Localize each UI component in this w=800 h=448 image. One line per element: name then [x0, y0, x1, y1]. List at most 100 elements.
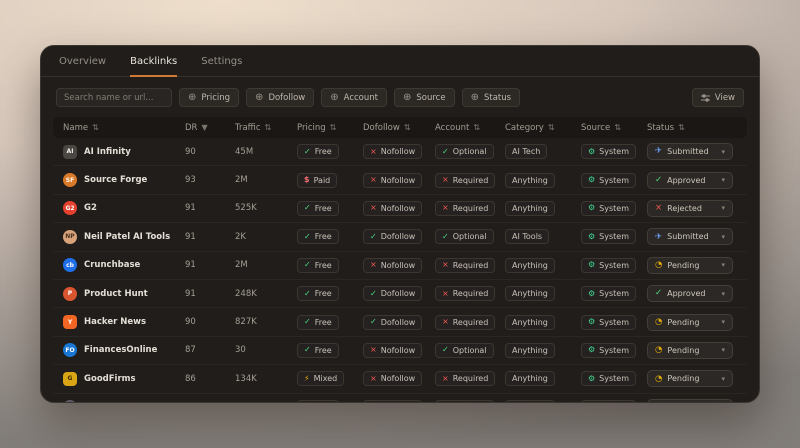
traffic-value: 2M: [235, 260, 248, 271]
status-icon: ×: [655, 203, 663, 214]
dofollow-badge: × Nofollow: [363, 342, 423, 358]
gear-icon: ⚙: [588, 203, 596, 213]
chevron-down-icon: ▾: [721, 346, 725, 355]
status-icon: ✓: [655, 288, 663, 299]
pricing-icon: ✓: [304, 317, 311, 327]
tab-bar: Overview Backlinks Settings: [41, 46, 759, 77]
column-header-status[interactable]: Status ⇅: [637, 123, 747, 133]
filter-chip-account[interactable]: ⊕ Account: [321, 88, 387, 107]
account-badge: ✓ Optional: [435, 399, 494, 402]
account-badge: × Required: [435, 200, 495, 216]
status-dropdown[interactable]: ✈ Submitted ▾: [647, 143, 733, 161]
status-dropdown[interactable]: × Rejected ▾: [647, 199, 733, 217]
dr-value: 90: [185, 317, 196, 328]
chevron-down-icon: ▾: [721, 289, 725, 298]
table-header: Name ⇅ DR ▼ Traffic ⇅ Pricing ⇅ Dofollow ⇅ Ac…: [53, 117, 747, 138]
table-row[interactable]: AI AI Infinity 90 45M ✓ Free × Nofollow …: [53, 138, 747, 167]
column-header-name[interactable]: Name ⇅: [53, 123, 175, 133]
status-dropdown[interactable]: ◔ Pending ▾: [647, 313, 733, 331]
plus-circle-icon: ⊕: [470, 91, 479, 103]
table-row[interactable]: cb Crunchbase 91 2M ✓ Free × Nofollow × …: [53, 252, 747, 280]
traffic-value: 827K: [235, 317, 257, 328]
view-button[interactable]: View: [691, 88, 744, 107]
sort-icon: ⇅: [547, 123, 555, 132]
category-badge: AI Tech: [505, 144, 548, 160]
table-row[interactable]: G2 G2 91 525K ✓ Free × Nofollow × Requir…: [53, 195, 747, 224]
dofollow-icon: ×: [370, 175, 377, 185]
status-dropdown[interactable]: ◔ Pending ▾: [647, 341, 733, 359]
filter-chip-source[interactable]: ⊕ Source: [393, 88, 455, 107]
column-header-dr[interactable]: DR ▼: [175, 123, 225, 133]
tab-settings[interactable]: Settings: [201, 56, 242, 76]
account-icon: ×: [442, 260, 449, 270]
status-dropdown[interactable]: ✓ Approved ▾: [647, 285, 733, 303]
source-badge: ⚙ System: [581, 229, 637, 245]
chevron-down-icon: ▾: [721, 374, 725, 383]
status-dropdown[interactable]: ◔ Pending ▾: [647, 256, 733, 274]
category-badge: Anything: [505, 200, 555, 216]
tab-overview[interactable]: Overview: [59, 56, 106, 76]
category-badge: Anything: [505, 342, 555, 358]
pricing-badge: $ Paid: [297, 172, 338, 188]
status-dropdown[interactable]: ◔ Pending ▾: [647, 398, 733, 402]
status-icon: ✈: [655, 146, 663, 157]
sort-desc-icon: ▼: [201, 123, 208, 132]
pricing-badge: ✓ Free: [297, 257, 339, 273]
sliders-icon: [700, 93, 710, 102]
site-logo: P: [63, 286, 77, 301]
tab-backlinks[interactable]: Backlinks: [130, 56, 178, 77]
dr-value: 86: [185, 373, 196, 384]
plus-circle-icon: ⊕: [255, 91, 264, 103]
sort-icon: ⇅: [329, 123, 337, 132]
filter-chip-pricing[interactable]: ⊕ Pricing: [179, 88, 240, 107]
column-header-category[interactable]: Category ⇅: [495, 123, 571, 133]
site-name: GeekWire: [84, 402, 130, 403]
source-badge: ⚙ System: [581, 314, 637, 330]
table-row[interactable]: G GoodFirms 86 134K ⚡ Mixed × Nofollow ×…: [53, 365, 747, 394]
site-logo: G: [63, 371, 77, 386]
status-dropdown[interactable]: ✈ Submitted ▾: [647, 228, 733, 246]
account-badge: ✓ Optional: [435, 342, 494, 358]
pricing-icon: ✓: [304, 203, 311, 213]
dofollow-badge: × Nofollow: [363, 144, 423, 160]
status-dropdown[interactable]: ✓ Approved ▾: [647, 171, 733, 189]
pricing-icon: ✓: [304, 260, 311, 270]
table-row[interactable]: NP Neil Patel AI Tools 91 2K ✓ Free ✓ Do…: [53, 223, 747, 252]
pricing-icon: ✓: [304, 345, 311, 355]
dofollow-badge: ✓ Dofollow: [363, 229, 423, 245]
table-row[interactable]: Y Hacker News 90 827K ✓ Free ✓ Dofollow …: [53, 308, 747, 337]
column-header-source[interactable]: Source ⇅: [571, 123, 637, 133]
account-badge: ✓ Optional: [435, 229, 494, 245]
filter-chip-dofollow[interactable]: ⊕ Dofollow: [246, 88, 315, 107]
column-header-traffic[interactable]: Traffic ⇅: [225, 123, 287, 133]
site-name: G2: [84, 203, 97, 214]
search-input[interactable]: [56, 88, 172, 107]
table-row[interactable]: GW GeekWire 76 74K ✓ Free × Nofollow ✓ O…: [53, 394, 747, 403]
column-header-account[interactable]: Account ⇅: [425, 123, 495, 133]
status-dropdown[interactable]: ◔ Pending ▾: [647, 370, 733, 388]
account-badge: ✓ Optional: [435, 144, 494, 160]
dr-value: 76: [175, 402, 225, 403]
account-icon: ×: [442, 317, 449, 327]
source-badge: ⚙ System: [581, 371, 637, 387]
sort-icon: ⇅: [614, 123, 621, 132]
gear-icon: ⚙: [588, 231, 596, 241]
status-icon: ◔: [655, 373, 663, 384]
filter-chip-status[interactable]: ⊕ Status: [461, 88, 521, 107]
table-row[interactable]: SF Source Forge 93 2M $ Paid × Nofollow …: [53, 166, 747, 195]
source-badge: ⚙ System: [581, 200, 637, 216]
account-badge: × Required: [435, 371, 495, 387]
chevron-down-icon: ▾: [721, 232, 725, 241]
column-header-dofollow[interactable]: Dofollow ⇅: [353, 123, 425, 133]
backlinks-table: Name ⇅ DR ▼ Traffic ⇅ Pricing ⇅ Dofollow ⇅ Ac…: [53, 117, 747, 403]
table-row[interactable]: FO FinancesOnline 87 30 ✓ Free × Nofollo…: [53, 337, 747, 366]
status-icon: ✓: [655, 174, 663, 185]
site-name: AI Infinity: [84, 146, 131, 157]
gear-icon: ⚙: [588, 175, 596, 185]
table-row[interactable]: P Product Hunt 91 248K ✓ Free ✓ Dofollow…: [53, 280, 747, 309]
column-header-pricing[interactable]: Pricing ⇅: [287, 123, 353, 133]
site-name: GoodFirms: [84, 373, 136, 384]
category-badge: Anything: [505, 371, 555, 387]
traffic-value: 74K: [225, 402, 287, 403]
backlinks-panel: Overview Backlinks Settings ⊕ Pricing ⊕ …: [40, 45, 760, 403]
